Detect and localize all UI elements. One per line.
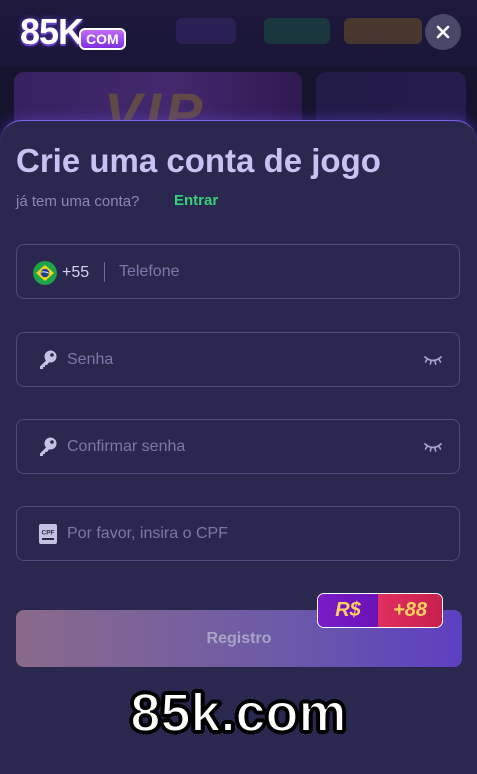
site-logo: 85K COM — [20, 11, 126, 52]
logo-main-text: 85K — [20, 11, 84, 52]
close-icon — [436, 25, 450, 39]
field-divider — [104, 262, 105, 282]
eye-closed-icon[interactable] — [423, 352, 443, 368]
have-account-text: já tem uma conta? — [16, 193, 140, 210]
cpf-field[interactable]: CPF Por favor, insira o CPF — [16, 506, 460, 561]
page-title: Crie uma conta de jogo — [16, 142, 381, 179]
watermark-text: 85k.com — [129, 682, 347, 744]
cpf-input[interactable]: Por favor, insira o CPF — [67, 525, 228, 543]
logo-suffix-text: COM — [79, 28, 126, 50]
bonus-currency: R$ — [318, 594, 378, 627]
close-button[interactable] — [425, 14, 461, 50]
confirm-password-field[interactable]: Confirmar senha — [16, 419, 460, 474]
register-button-label: Registro — [206, 629, 272, 647]
password-input[interactable]: Senha — [67, 351, 113, 369]
confirm-password-input[interactable]: Confirmar senha — [67, 438, 185, 456]
dial-code[interactable]: +55 — [62, 264, 89, 282]
key-icon — [40, 350, 57, 369]
eye-closed-icon[interactable] — [423, 439, 443, 455]
bonus-badge: R$ +88 — [317, 593, 443, 628]
cpf-icon-text: CPF — [42, 530, 55, 537]
phone-field[interactable]: +55 Telefone — [16, 244, 460, 299]
phone-input[interactable]: Telefone — [119, 263, 180, 281]
bonus-amount: +88 — [378, 594, 442, 627]
key-icon — [40, 437, 57, 456]
password-field[interactable]: Senha — [16, 332, 460, 387]
brazil-flag-icon — [33, 261, 57, 285]
id-card-icon: CPF — [39, 524, 57, 544]
login-link[interactable]: Entrar — [174, 192, 218, 209]
